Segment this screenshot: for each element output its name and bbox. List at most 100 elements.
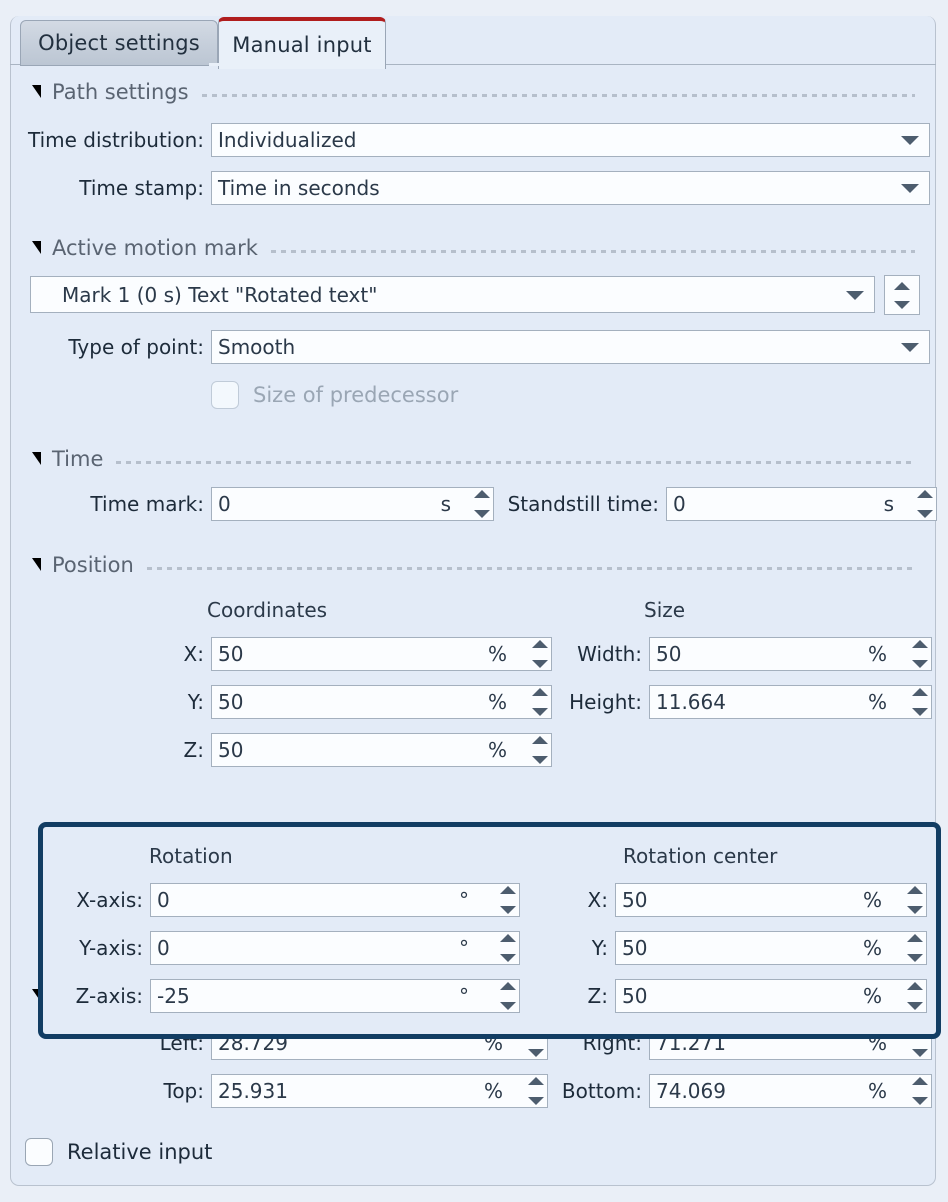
rotation-y-axis-input[interactable]: 0 ° (150, 931, 520, 965)
position-y-stepper[interactable] (532, 688, 548, 716)
stepper-up-icon[interactable] (912, 1077, 928, 1085)
section-path-settings[interactable]: Path settings (11, 79, 915, 105)
position-x-stepper[interactable] (532, 640, 548, 668)
rotation-center-y-input[interactable]: 50 % (615, 931, 927, 965)
rotation-center-x-stepper[interactable] (907, 886, 923, 914)
stepper-down-icon[interactable] (907, 906, 923, 914)
stepper-up-icon[interactable] (912, 640, 928, 648)
rotation-y-axis-unit: ° (459, 936, 469, 960)
chevron-down-icon[interactable] (901, 343, 919, 352)
rotation-x-axis-label: X-axis: (76, 888, 143, 912)
stepper-down-icon[interactable] (912, 1097, 928, 1105)
collapse-triangle-icon[interactable] (32, 84, 41, 98)
rotation-x-axis-input[interactable]: 0 ° (150, 883, 520, 917)
time-stamp-combobox[interactable]: Time in seconds (211, 171, 930, 205)
coordinates-header: Coordinates (207, 598, 328, 622)
collapse-triangle-icon[interactable] (32, 451, 41, 465)
section-divider-dots (270, 249, 915, 253)
stepper-down-icon[interactable] (912, 708, 928, 716)
section-divider-dots (146, 566, 915, 570)
active-mark-combobox[interactable]: Mark 1 (0 s) Text "Rotated text" (30, 276, 875, 313)
stepper-up-icon[interactable] (500, 934, 516, 942)
section-active-motion-mark[interactable]: Active motion mark (11, 235, 915, 261)
stepper-up-icon[interactable] (532, 640, 548, 648)
stepper-up-icon[interactable] (500, 982, 516, 990)
stepper-up-icon[interactable] (474, 490, 490, 498)
chevron-down-icon[interactable] (901, 136, 919, 145)
edge-bottom-stepper[interactable] (912, 1077, 928, 1105)
stepper-up-icon[interactable] (917, 490, 933, 498)
size-height-stepper[interactable] (912, 688, 928, 716)
stepper-up-icon[interactable] (532, 688, 548, 696)
size-of-predecessor-checkbox[interactable] (211, 381, 239, 409)
position-x-input[interactable]: 50 % (211, 637, 552, 671)
chevron-down-icon[interactable] (901, 184, 919, 193)
position-z-stepper[interactable] (532, 736, 548, 764)
rotation-x-axis-unit: ° (459, 888, 469, 912)
settings-content: Path settings Time distribution: Individ… (11, 65, 941, 1185)
rotation-center-x-input[interactable]: 50 % (615, 883, 927, 917)
rotation-center-z-stepper[interactable] (907, 982, 923, 1010)
time-distribution-label: Time distribution: (27, 128, 204, 152)
standstill-time-value: 0 (673, 492, 686, 516)
row-time-mark: Time mark: 0 s (23, 487, 494, 521)
time-mark-input[interactable]: 0 s (211, 487, 494, 521)
rotation-center-y-stepper[interactable] (907, 934, 923, 962)
relative-input-checkbox[interactable] (25, 1138, 53, 1166)
stepper-up-icon[interactable] (500, 886, 516, 894)
row-rotation-y-axis: Y-axis: 0 ° (43, 931, 520, 965)
size-width-stepper[interactable] (912, 640, 928, 668)
stepper-up-icon[interactable] (907, 934, 923, 942)
time-mark-unit: s (440, 492, 451, 516)
section-position[interactable]: Position (11, 552, 915, 578)
stepper-down-icon[interactable] (528, 1049, 544, 1057)
standstill-time-input[interactable]: 0 s (666, 487, 937, 521)
stepper-down-icon[interactable] (917, 510, 933, 518)
edge-top-value: 25.931 (218, 1079, 288, 1103)
rotation-center-z-value: 50 (622, 984, 648, 1008)
stepper-up-icon[interactable] (532, 736, 548, 744)
rotation-y-axis-stepper[interactable] (500, 934, 516, 962)
stepper-down-icon[interactable] (912, 1049, 928, 1057)
time-mark-label: Time mark: (90, 492, 204, 516)
stepper-down-icon[interactable] (500, 1002, 516, 1010)
tab-manual-input-label: Manual input (232, 33, 372, 57)
stepper-down-icon[interactable] (532, 660, 548, 668)
stepper-up-icon[interactable] (907, 886, 923, 894)
collapse-triangle-icon[interactable] (32, 557, 41, 571)
rotation-z-axis-stepper[interactable] (500, 982, 516, 1010)
standstill-time-stepper[interactable] (917, 490, 933, 518)
stepper-down-icon[interactable] (912, 660, 928, 668)
stepper-down-icon[interactable] (532, 756, 548, 764)
size-height-input[interactable]: 11.664 % (649, 685, 932, 719)
collapse-triangle-icon[interactable] (32, 240, 41, 254)
stepper-up-icon[interactable] (912, 688, 928, 696)
position-z-input[interactable]: 50 % (211, 733, 552, 767)
rotation-z-axis-input[interactable]: -25 ° (150, 979, 520, 1013)
section-time-title: Time (52, 447, 104, 471)
stepper-down-icon[interactable] (500, 954, 516, 962)
time-distribution-combobox[interactable]: Individualized (211, 123, 930, 157)
stepper-up-icon[interactable] (894, 281, 910, 290)
position-y-input[interactable]: 50 % (211, 685, 552, 719)
rotation-center-z-unit: % (862, 984, 882, 1008)
rotation-x-axis-stepper[interactable] (500, 886, 516, 914)
chevron-down-icon[interactable] (846, 290, 864, 300)
time-mark-stepper[interactable] (474, 490, 490, 518)
edge-top-input[interactable]: 25.931 % (211, 1074, 548, 1108)
stepper-down-icon[interactable] (907, 954, 923, 962)
stepper-down-icon[interactable] (500, 906, 516, 914)
tab-object-settings[interactable]: Object settings (20, 20, 218, 66)
tab-manual-input[interactable]: Manual input (218, 17, 386, 69)
rotation-center-z-input[interactable]: 50 % (615, 979, 927, 1013)
mark-stepper[interactable] (884, 275, 920, 315)
type-of-point-combobox[interactable]: Smooth (211, 330, 930, 364)
stepper-down-icon[interactable] (907, 1002, 923, 1010)
size-width-input[interactable]: 50 % (649, 637, 932, 671)
stepper-down-icon[interactable] (474, 510, 490, 518)
section-time[interactable]: Time (11, 446, 915, 472)
stepper-down-icon[interactable] (532, 708, 548, 716)
stepper-up-icon[interactable] (907, 982, 923, 990)
edge-bottom-input[interactable]: 74.069 % (649, 1074, 932, 1108)
stepper-down-icon[interactable] (894, 300, 910, 309)
